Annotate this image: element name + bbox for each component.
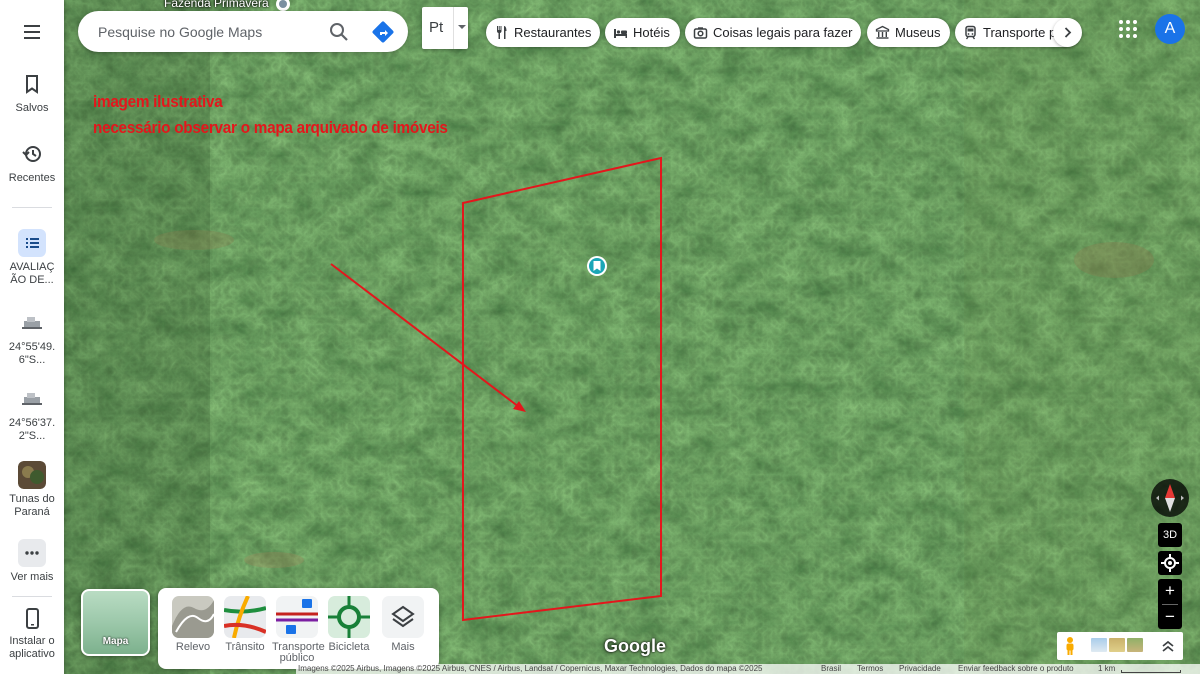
rail-install-app[interactable]: Instalar o aplicativo: [0, 605, 64, 661]
imagery-thumb-2[interactable]: [1109, 638, 1125, 652]
scale-label[interactable]: 1 km: [1098, 664, 1115, 674]
rail-item-coord-1[interactable]: 24°55'49. 6"S...: [0, 309, 64, 367]
annotation-note-line2: necessário observar o mapa arquivado de …: [93, 118, 448, 137]
imagery-thumb-1[interactable]: [1091, 638, 1107, 652]
rail-saved-label: Salvos: [15, 102, 49, 114]
layer-bicycle[interactable]: Bicicleta: [324, 596, 374, 653]
chip-label: Restaurantes: [514, 25, 592, 40]
rail-item-tunas[interactable]: Tunas do Paraná: [0, 461, 64, 519]
layer-label: Transporte público: [272, 641, 325, 664]
layer-more[interactable]: Mais: [378, 596, 428, 653]
chevron-double-up-icon[interactable]: [1160, 638, 1176, 654]
rail-item-label: AVALIAÇ ÃO DE...: [9, 261, 55, 286]
chip-museums[interactable]: Museus: [867, 18, 950, 47]
more-icon: [18, 539, 46, 567]
bed-icon: [614, 29, 627, 38]
list-icon: [18, 229, 46, 257]
base-map-label: Mapa: [102, 636, 129, 647]
chevron-down-icon[interactable]: [453, 7, 468, 49]
pegman-icon[interactable]: [1062, 636, 1078, 656]
google-logo: Google: [604, 636, 666, 656]
annotation-note-line1: imagem ilustrativa: [93, 92, 223, 111]
coordinate-pin-icon: [22, 393, 42, 405]
chip-hotels[interactable]: Hotéis: [605, 18, 680, 47]
country-link[interactable]: Brasil: [821, 664, 841, 674]
rail-item-coord-2[interactable]: 24°56'37. 2"S...: [0, 385, 64, 443]
history-icon: [22, 146, 41, 162]
zoom-in-button[interactable]: +: [1158, 579, 1182, 603]
rail-recent[interactable]: Recentes: [0, 140, 64, 185]
layers-panel: Relevo Trânsito Transporte público Bicic…: [158, 588, 439, 669]
attribution-bar: Imagens ©2025 Airbus, Imagens ©2025 Airb…: [296, 664, 1200, 674]
layer-label: Trânsito: [225, 641, 265, 653]
imagery-thumb-3[interactable]: [1127, 638, 1143, 652]
camera-icon: [693, 27, 708, 39]
layer-label: Bicicleta: [328, 641, 370, 653]
side-rail: Salvos Recentes AVALIAÇ ÃO DE... 24°55'4…: [0, 0, 64, 674]
layers-icon: [382, 596, 424, 638]
chip-things-to-do[interactable]: Coisas legais para fazer: [685, 18, 861, 47]
chip-label: Museus: [895, 25, 941, 40]
rail-divider: [12, 207, 52, 208]
my-location-button[interactable]: [1158, 551, 1182, 575]
compass-icon[interactable]: [1150, 478, 1190, 518]
layer-label: Relevo: [175, 641, 211, 653]
satellite-map[interactable]: [64, 0, 1200, 674]
zoom-out-button[interactable]: −: [1158, 605, 1182, 629]
zoom-controls: + −: [1158, 579, 1182, 629]
imagery-credits[interactable]: Imagens ©2025 Airbus, Imagens ©2025 Airb…: [298, 664, 762, 674]
three-d-toggle[interactable]: 3D: [1158, 523, 1182, 547]
search-input[interactable]: [98, 21, 328, 43]
menu-icon[interactable]: [16, 18, 48, 46]
place-photo-icon: [18, 461, 46, 489]
transit-thumb-icon: [276, 596, 318, 638]
apps-grid-icon[interactable]: [1117, 18, 1139, 40]
fork-knife-icon: [496, 26, 507, 39]
chip-label: Coisas legais para fazer: [713, 25, 853, 40]
input-tools-value: Pt: [429, 19, 444, 36]
traffic-thumb-icon: [224, 596, 266, 638]
feedback-link[interactable]: Enviar feedback sobre o produto: [958, 664, 1074, 674]
layer-terrain[interactable]: Relevo: [168, 596, 218, 653]
chip-restaurants[interactable]: Restaurantes: [486, 18, 600, 47]
coordinate-pin-icon: [22, 317, 42, 329]
rail-item-label: Tunas do Paraná: [9, 493, 55, 518]
terms-link[interactable]: Termos: [857, 664, 883, 674]
rail-item-label: 24°56'37. 2"S...: [8, 417, 56, 442]
terrain-thumb-icon: [172, 596, 214, 638]
bicycle-thumb-icon: [328, 596, 370, 638]
rail-item-label: 24°55'49. 6"S...: [8, 341, 56, 366]
search-icon[interactable]: [328, 21, 350, 43]
chip-label: Hotéis: [633, 25, 670, 40]
input-tools-selector[interactable]: Pt: [422, 7, 468, 49]
chevron-right-icon: [1064, 27, 1072, 38]
rail-recent-label: Recentes: [8, 172, 56, 184]
chips-scroll-right-button[interactable]: [1053, 18, 1082, 47]
imagery-strip: [1057, 632, 1183, 660]
rail-see-more[interactable]: Ver mais: [0, 539, 64, 584]
search-box: [78, 11, 408, 52]
saved-place-marker[interactable]: [586, 255, 608, 277]
scale-bar: [1121, 670, 1181, 673]
rail-item-avaliacao[interactable]: AVALIAÇ ÃO DE...: [0, 229, 64, 287]
rail-see-more-label: Ver mais: [10, 571, 54, 583]
train-icon: [965, 25, 976, 40]
directions-icon[interactable]: [371, 20, 395, 44]
rail-install-label: Instalar o aplicativo: [9, 635, 55, 660]
rail-saved[interactable]: Salvos: [0, 70, 64, 115]
my-location-icon: [1161, 554, 1179, 572]
place-label[interactable]: Fazenda Primavera: [164, 0, 269, 10]
layer-transit[interactable]: Transporte público: [272, 596, 325, 664]
privacy-link[interactable]: Privacidade: [899, 664, 941, 674]
layer-label: Mais: [391, 641, 415, 653]
layer-traffic[interactable]: Trânsito: [220, 596, 270, 653]
phone-icon: [26, 608, 39, 629]
museum-icon: [875, 25, 890, 39]
base-map-toggle[interactable]: Mapa: [81, 589, 150, 656]
account-avatar[interactable]: A: [1155, 14, 1185, 44]
rail-divider: [12, 596, 52, 597]
bookmark-icon: [26, 75, 38, 94]
